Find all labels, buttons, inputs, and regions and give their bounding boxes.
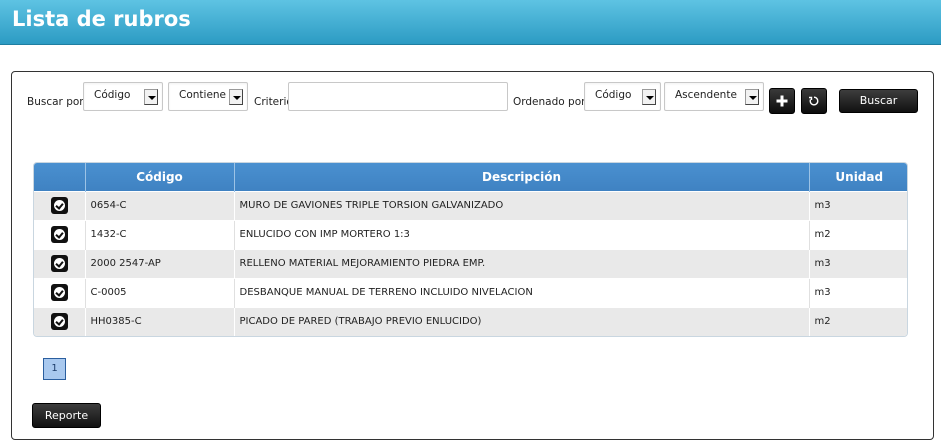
reporte-button[interactable]: Reporte: [32, 403, 101, 428]
descripcion-cell: RELLENO MATERIAL MEJORAMIENTO PIEDRA EMP…: [233, 248, 809, 278]
column-header-select: [34, 163, 85, 191]
search-condition-select[interactable]: Contiene: [168, 82, 248, 111]
table-row: 2000 2547-AP RELLENO MATERIAL MEJORAMIEN…: [34, 248, 907, 278]
codigo-cell: 0654-C: [84, 190, 234, 220]
chevron-down-icon[interactable]: [745, 89, 759, 105]
descripcion-cell: ENLUCIDO CON IMP MORTERO 1:3: [233, 219, 809, 249]
check-circle-icon[interactable]: [50, 284, 68, 301]
column-header-codigo[interactable]: Código: [84, 163, 234, 191]
unidad-cell: m3: [808, 190, 907, 220]
refresh-icon: [809, 96, 819, 106]
codigo-cell: HH0385-C: [84, 306, 234, 336]
check-circle-icon[interactable]: [50, 313, 68, 331]
descripcion-cell: DESBANQUE MANUAL DE TERRENO INCLUIDO NIV…: [233, 277, 809, 307]
table-row: HH0385-C PICADO DE PARED (TRABAJO PREVIO…: [34, 306, 907, 336]
table-row: C-0005 DESBANQUE MANUAL DE TERRENO INCLU…: [34, 277, 907, 307]
unidad-cell: m3: [808, 248, 907, 278]
plus-icon: [776, 95, 788, 107]
unidad-cell: m2: [808, 219, 907, 249]
table-row: 1432-C ENLUCIDO CON IMP MORTERO 1:3 m2: [34, 219, 907, 249]
add-button[interactable]: [769, 88, 795, 114]
page-1-link[interactable]: 1: [43, 358, 66, 380]
unidad-cell: m3: [808, 277, 907, 307]
codigo-cell: 2000 2547-AP: [84, 248, 234, 278]
table-header-row: Código Descripción Unidad: [34, 163, 907, 191]
search-condition-value: Contiene: [179, 89, 227, 101]
select-cell: [34, 248, 85, 278]
order-direction-value: Ascendente: [675, 89, 737, 101]
criterio-input[interactable]: [288, 82, 508, 111]
table-row: 0654-C MURO DE GAVIONES TRIPLE TORSION G…: [34, 190, 907, 220]
order-field-value: Código: [595, 89, 632, 101]
descripcion-cell: MURO DE GAVIONES TRIPLE TORSION GALVANIZ…: [233, 190, 809, 220]
search-field-select[interactable]: Código: [83, 82, 163, 111]
column-header-descripcion[interactable]: Descripción: [233, 163, 809, 191]
search-field-value: Código: [94, 89, 131, 101]
codigo-cell: C-0005: [84, 277, 234, 307]
select-cell: [34, 219, 85, 249]
unidad-cell: m2: [808, 306, 907, 336]
chevron-down-icon[interactable]: [229, 89, 243, 105]
ordenado-por-label: Ordenado por:: [513, 96, 589, 108]
order-direction-select[interactable]: Ascendente: [664, 82, 764, 111]
check-circle-icon[interactable]: [50, 226, 68, 243]
select-cell: [34, 306, 85, 336]
search-panel: Buscar por: Código Contiene Criterio: Or…: [11, 71, 934, 440]
title-bar: Lista de rubros: [0, 0, 941, 45]
buscar-button[interactable]: Buscar: [839, 89, 918, 113]
check-circle-icon[interactable]: [50, 255, 68, 272]
select-cell: [34, 277, 85, 307]
check-circle-icon[interactable]: [50, 197, 68, 214]
page-title: Lista de rubros: [12, 7, 191, 31]
order-field-select[interactable]: Código: [584, 82, 661, 111]
chevron-down-icon[interactable]: [642, 89, 656, 105]
buscar-por-label: Buscar por:: [27, 96, 87, 108]
reset-button[interactable]: [801, 88, 827, 114]
codigo-cell: 1432-C: [84, 219, 234, 249]
rubros-table: Código Descripción Unidad 0654-C MURO DE…: [33, 162, 908, 337]
column-header-unidad[interactable]: Unidad: [808, 163, 907, 191]
descripcion-cell: PICADO DE PARED (TRABAJO PREVIO ENLUCIDO…: [233, 306, 809, 336]
chevron-down-icon[interactable]: [144, 89, 158, 105]
select-cell: [34, 190, 85, 220]
